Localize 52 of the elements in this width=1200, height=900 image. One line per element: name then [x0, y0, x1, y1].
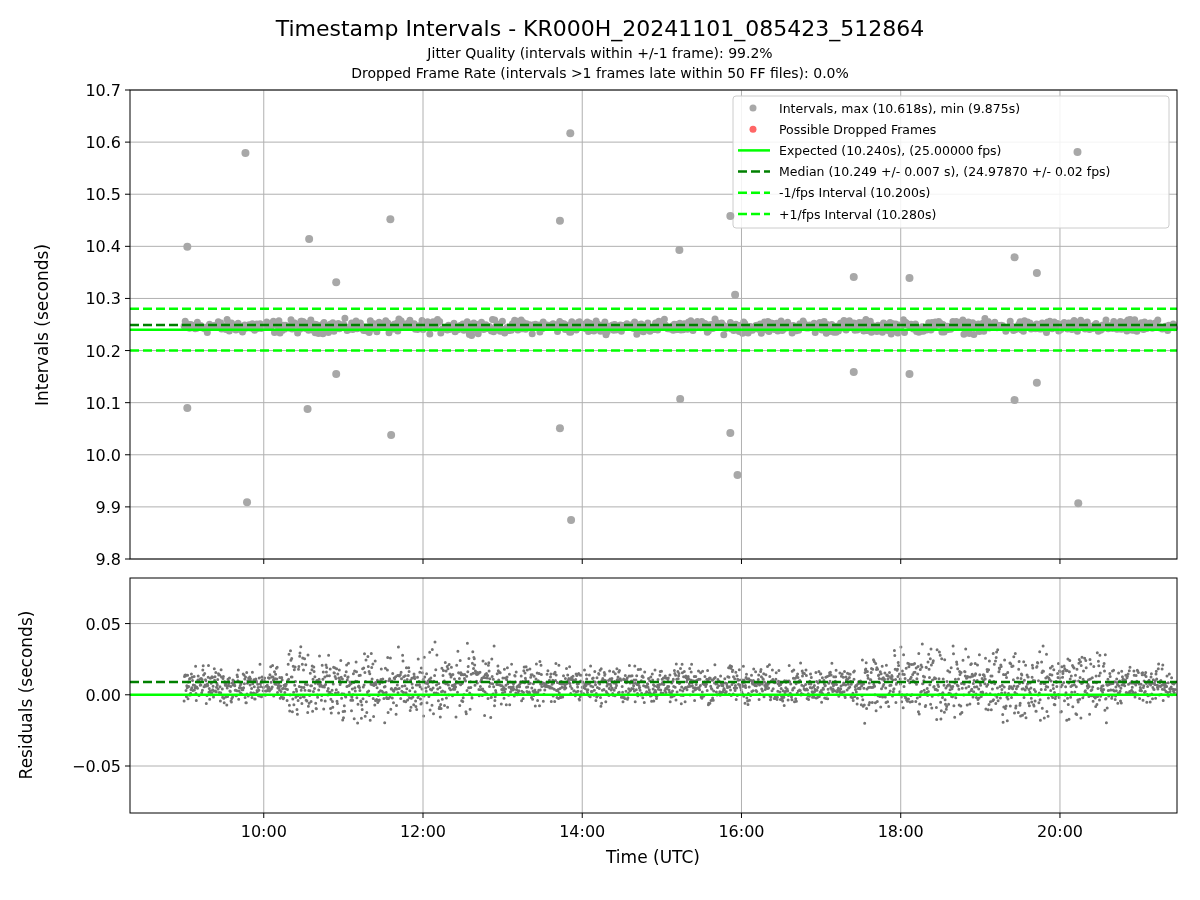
data-point: [905, 370, 914, 378]
x-tick-label: 10:00: [240, 822, 287, 841]
data-point: [849, 367, 858, 376]
legend-label: -1/fps Interval (10.200s): [779, 185, 931, 201]
data-point: [386, 215, 395, 224]
data-point: [305, 235, 314, 244]
y-axis-label: Residuals (seconds): [16, 610, 36, 780]
y-axis-label: Intervals (seconds): [32, 243, 52, 407]
data-point: [726, 212, 735, 221]
legend-label: Intervals, max (10.618s), min (9.875s): [779, 100, 1021, 116]
data-point: [566, 129, 575, 138]
data-point: [1010, 253, 1019, 262]
y-tick-label: 10.7: [85, 81, 121, 100]
x-tick-label: 12:00: [399, 822, 447, 841]
y-tick-label: 0.00: [85, 685, 121, 705]
data-point: [1032, 378, 1041, 387]
x-tick-label: 16:00: [718, 822, 765, 841]
data-point: [332, 278, 341, 287]
chart-subtitle: Jitter Quality (intervals within +/-1 frame): 99.2%: [427, 44, 773, 63]
data-point: [1073, 148, 1082, 156]
y-tick-label: 10.3: [85, 289, 121, 309]
data-point: [726, 428, 735, 437]
data-point: [387, 431, 396, 439]
x-tick-label: 20:00: [1036, 822, 1083, 841]
data-point: [555, 216, 564, 225]
data-point: [1032, 268, 1041, 277]
data-point: [849, 273, 858, 282]
y-tick-label: 10.4: [85, 237, 121, 257]
legend-label: +1/fps Interval (10.280s): [779, 206, 937, 222]
data-point: [555, 424, 564, 433]
legend-label: Median (10.249 +/- 0.007 s), (24.97870 +/- 0.02 fps): [779, 164, 1111, 180]
legend-label: Possible Dropped Frames: [779, 121, 937, 137]
data-point: [332, 370, 341, 378]
legend-label: Expected (10.240s), (25.00000 fps): [779, 142, 1002, 158]
data-point: [905, 274, 914, 283]
y-tick-label: 0.05: [85, 614, 121, 634]
chart-subtitle: Dropped Frame Rate (intervals >1 frames late within 50 FF files): 0.0%: [351, 64, 849, 83]
y-tick-label: −0.05: [71, 757, 121, 776]
data-point: [241, 149, 250, 158]
y-tick-label: 9.9: [95, 497, 121, 517]
x-tick-label: 18:00: [877, 822, 924, 841]
x-tick-label: 14:00: [559, 822, 606, 841]
y-tick-label: 10.5: [85, 185, 121, 205]
y-tick-label: 10.2: [85, 341, 121, 361]
y-tick-label: 10.0: [85, 445, 121, 465]
y-tick-label: 10.6: [85, 133, 121, 153]
y-tick-label: 9.8: [95, 550, 121, 569]
chart-title: Timestamp Intervals - KR000H_20241101_085423_512864: [275, 15, 925, 43]
y-tick-label: 10.1: [85, 393, 121, 413]
data-point: [303, 404, 312, 413]
x-axis-label: Time (UTC): [606, 847, 700, 867]
data-point: [567, 515, 576, 524]
